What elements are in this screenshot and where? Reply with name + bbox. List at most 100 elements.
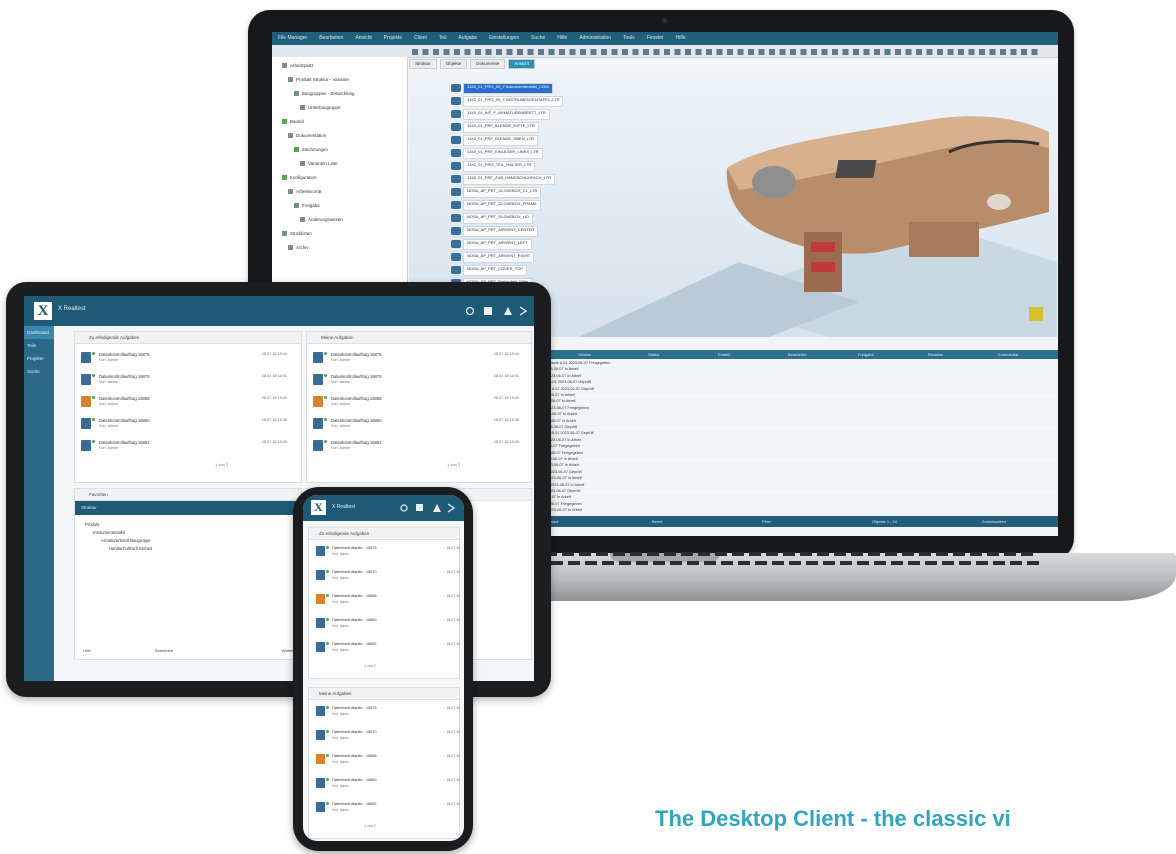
object-row[interactable]: 1343_01_INT_F_ARMATURENBRETT_LTR — [463, 109, 550, 120]
toolbar-button-icon[interactable] — [905, 49, 912, 55]
table-row[interactable]: Abdeckung_Seite A.01 2023-06-07 In Arbei… — [502, 508, 1058, 516]
app-logo[interactable]: X — [311, 500, 326, 515]
toolbar-button-icon[interactable] — [947, 49, 954, 55]
object-row[interactable]: NOSA_AP_PRT_GLOVEBOX_CL_LTR — [463, 187, 542, 198]
help-link[interactable]: Hilfe — [83, 648, 91, 653]
list-item[interactable]: Datenkontrollauftrag 16852 Von: admin 28.0… — [313, 438, 523, 456]
toolbar-button-icon[interactable] — [769, 49, 775, 55]
menu-item[interactable]: File Manager — [278, 32, 307, 45]
list-item[interactable]: Datenkontrollauftrag 16875 Von: admin 28.0… — [313, 350, 523, 368]
list-item[interactable]: Datenkontrollauftr... 16868 Von: admin 28.… — [316, 592, 462, 608]
logout-link[interactable]: Abmelden — [155, 648, 173, 653]
sidebar-item[interactable]: Dashboard — [24, 326, 54, 339]
object-row[interactable]: NOSA_AP_PRT_COVER_TOP — [463, 265, 527, 276]
header-icons[interactable] — [399, 503, 457, 513]
toolbar-button-icon[interactable] — [685, 49, 691, 55]
list-item[interactable]: Datenkontrollauftrag 16868 Von: admin 28.0… — [81, 394, 291, 412]
tree-node[interactable]: Zeichnungen — [294, 147, 328, 154]
toolbar-button-icon[interactable] — [569, 49, 576, 55]
menu-item[interactable]: Tools — [623, 32, 635, 45]
toolbar-button-icon[interactable] — [811, 49, 817, 55]
list-item[interactable]: Datenkontrollauftrag 16870 Von: admin 28.0… — [81, 372, 291, 390]
toolbar-button-icon[interactable] — [779, 49, 786, 55]
toolbar-button-icon[interactable] — [842, 49, 849, 55]
column-header[interactable]: Status — [648, 350, 659, 359]
toolbar-button-icon[interactable] — [926, 49, 933, 55]
tree-node[interactable]: Arbeitsplatz — [282, 63, 314, 70]
toolbar-button-icon[interactable] — [475, 49, 481, 55]
list-item[interactable]: Datenkontrollauftr... 16870 Von: admin 28.… — [316, 728, 462, 744]
toolbar-button-icon[interactable] — [800, 49, 807, 55]
menu-item[interactable]: Client — [414, 32, 427, 45]
menu-item[interactable]: Teil — [439, 32, 447, 45]
toolbar-button-icon[interactable] — [443, 49, 450, 55]
view-tab[interactable]: Struktur — [409, 59, 437, 69]
list-item[interactable]: Datenkontrollauftr... 16852 Von: admin 28.… — [316, 640, 462, 656]
pager[interactable]: 1 von 2 — [447, 462, 460, 467]
menu-item[interactable]: Aufgabe — [458, 32, 477, 45]
view-tab[interactable]: Ansicht — [508, 59, 536, 69]
toolbar-button-icon[interactable] — [874, 49, 880, 55]
object-row[interactable]: NOSA_AP_PRT_AIRVENT_LEFT — [463, 239, 532, 250]
toolbar-button-icon[interactable] — [706, 49, 712, 55]
column-header[interactable]: Kommentar — [998, 350, 1019, 359]
toolbar-button-icon[interactable] — [412, 49, 418, 55]
column-header[interactable]: Revision — [928, 350, 943, 359]
toolbar-button-icon[interactable] — [916, 49, 922, 55]
structure-item[interactable]: Instrumententafel — [85, 529, 291, 537]
status-item[interactable]: Bereit — [652, 516, 662, 527]
toolbar-button-icon[interactable] — [695, 49, 702, 55]
toolbar-button-icon[interactable] — [496, 49, 502, 55]
menu-item[interactable]: Projekte — [384, 32, 402, 45]
toolbar-button-icon[interactable] — [716, 49, 723, 55]
structure-item[interactable]: Armaturenbrett Baugruppe — [85, 537, 291, 545]
toolbar-button-icon[interactable] — [422, 49, 429, 55]
tree-node[interactable]: Konfiguration — [282, 175, 317, 182]
menu-item[interactable]: Bearbeiten — [319, 32, 343, 45]
list-item[interactable]: Datenkontrollauftr... 16868 Von: admin 28.… — [316, 752, 462, 768]
column-header[interactable]: Freigabe — [858, 350, 874, 359]
toolbar-button-icon[interactable] — [863, 49, 870, 55]
list-item[interactable]: Datenkontrollauftrag 16860 Von: admin 28.0… — [81, 416, 291, 434]
object-row[interactable]: 1343_01_PRF_EINLEGER_LINKS_LTR — [463, 148, 543, 159]
status-item[interactable]: Filter — [762, 516, 771, 527]
tree-node[interactable]: Stücklisten — [282, 231, 312, 238]
object-row[interactable]: NOSA_AP_PRT_AIRVENT_CENTER — [463, 226, 539, 237]
toolbar-button-icon[interactable] — [664, 49, 670, 55]
list-item[interactable]: Datenkontrollauftr... 16875 Von: admin 28.… — [316, 704, 462, 720]
menu-item[interactable]: Suche — [531, 32, 545, 45]
object-row[interactable]: 1343_01_PRO_TEIL_HALTER_LTR — [463, 161, 536, 172]
toolbar-button-icon[interactable] — [580, 49, 586, 55]
list-item[interactable]: Datenkontrollauftrag 16875 Von: admin 28.0… — [81, 350, 291, 368]
menu-item[interactable]: Ansicht — [355, 32, 371, 45]
toolbar-button-icon[interactable] — [643, 49, 649, 55]
menu-item[interactable]: Administration — [579, 32, 611, 45]
toolbar-button-icon[interactable] — [433, 49, 439, 55]
toolbar-button-icon[interactable] — [527, 49, 534, 55]
structure-root[interactable]: Produkt — [85, 521, 291, 529]
pager[interactable]: 1 von 2 — [364, 664, 376, 668]
structure-tree[interactable]: Produkt Instrumententafel Armaturenbrett… — [75, 515, 301, 559]
tree-node[interactable]: Varianten Liste — [300, 161, 338, 168]
toolbar-button-icon[interactable] — [737, 49, 744, 55]
toolbar-button-icon[interactable] — [832, 49, 838, 55]
toolbar-button-icon[interactable] — [884, 49, 891, 55]
pager[interactable]: 1 von 2 — [364, 824, 376, 828]
toolbar-button-icon[interactable] — [517, 49, 523, 55]
object-row[interactable]: NOSA_AP_PRT_GLOVEBOX_LID — [463, 213, 533, 224]
list-item[interactable]: Datenkontrollauftrag 16870 Von: admin 28.0… — [313, 372, 523, 390]
list-item[interactable]: Datenkontrollauftr... 16875 Von: admin 28.… — [316, 544, 462, 560]
toolbar-button-icon[interactable] — [506, 49, 513, 55]
sidebar-item[interactable]: Projekte — [24, 352, 54, 365]
list-item[interactable]: Datenkontrollauftr... 16870 Von: admin 28.… — [316, 568, 462, 584]
list-item[interactable]: Datenkontrollauftrag 16852 Von: admin 28.0… — [81, 438, 291, 456]
toolbar-button-icon[interactable] — [485, 49, 492, 55]
tree-node[interactable]: Baugruppen - Entwicklung — [294, 91, 355, 98]
toolbar-button-icon[interactable] — [559, 49, 565, 55]
view-tab[interactable]: Dokumente — [470, 59, 506, 69]
toolbar-button-icon[interactable] — [790, 49, 796, 55]
toolbar-button-icon[interactable] — [1021, 49, 1027, 55]
pager[interactable]: 1 von 2 — [215, 462, 228, 467]
object-row[interactable]: 1343_01_PRF_BLENDE_MITTE_LTR — [463, 122, 539, 133]
toolbar-button-icon[interactable] — [748, 49, 754, 55]
